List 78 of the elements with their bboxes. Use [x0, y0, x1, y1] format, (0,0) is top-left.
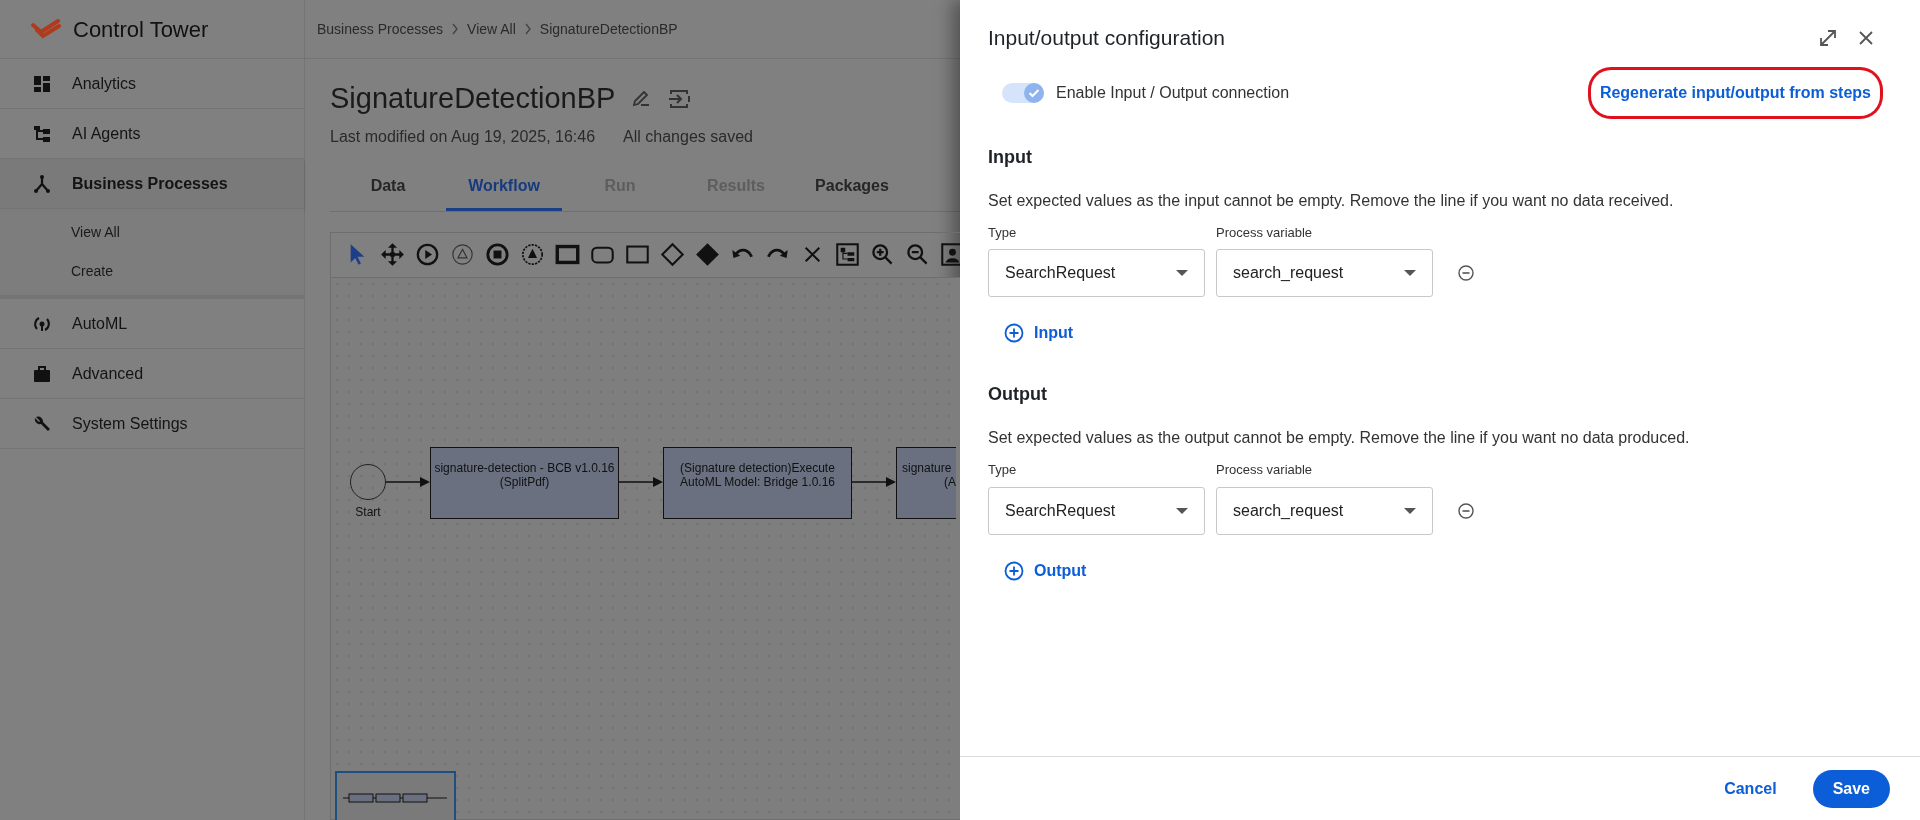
tree-layout-icon[interactable] [835, 242, 860, 267]
breadcrumb-link[interactable]: Business Processes [317, 18, 444, 40]
submenu-item[interactable]: Create [0, 252, 304, 291]
process-variable-dropdown[interactable]: search_request [1216, 486, 1433, 535]
diamond-icon[interactable] [660, 242, 685, 267]
task-node[interactable]: signature (A [896, 446, 956, 519]
field-label: Process variable [1216, 461, 1314, 479]
chevron-right-icon [523, 23, 532, 35]
save-status-text: All changes saved [623, 126, 753, 147]
save-button[interactable]: Save [1812, 769, 1890, 808]
field-label: Process variable [1216, 223, 1314, 242]
add-button[interactable]: Input [1004, 321, 1074, 345]
type-dropdown[interactable]: SearchRequest [988, 249, 1205, 297]
close-icon[interactable] [1858, 29, 1874, 46]
dropdown-caret-icon [1404, 507, 1416, 514]
task-node[interactable]: (Signature detection)Execute AutoML Model: Bridge 1.0.16 [663, 446, 852, 519]
regenerate-link[interactable]: Regenerate input/output from steps [1590, 69, 1880, 116]
section-description: Set expected values as the output cannot be empty. Remove the line if you want no data produced. [988, 428, 1691, 448]
node-label: Start [355, 503, 381, 521]
submenu-item[interactable]: View All [0, 213, 304, 252]
portrait-frame-icon[interactable] [940, 242, 960, 267]
breadcrumb-link[interactable]: View All [467, 18, 516, 40]
grid-icon [33, 74, 51, 93]
tab[interactable]: Data [330, 164, 446, 211]
process-variable-dropdown[interactable]: search_request [1216, 249, 1433, 297]
section-heading: Output [988, 383, 1048, 406]
add-button[interactable]: Output [1004, 558, 1087, 583]
toggle-label: Enable Input / Output connection [1056, 82, 1290, 103]
hierarchy-icon [33, 124, 51, 143]
breadcrumb-link[interactable]: SignatureDetectionBP [539, 18, 678, 40]
dropdown-caret-icon [1176, 270, 1188, 276]
connector-arrow [386, 475, 430, 488]
triangle-circle-icon[interactable] [450, 242, 475, 267]
logo-icon [31, 19, 61, 39]
app-name: Control Tower [73, 15, 209, 44]
connector-arrow [852, 475, 896, 488]
sidebar-item[interactable]: AutoML [0, 299, 304, 349]
section-description: Set expected values as the input cannot be empty. Remove the line if you want no data received. [988, 190, 1675, 211]
zoom-in-icon[interactable] [870, 242, 895, 267]
sidebar-item[interactable]: Analytics [0, 59, 304, 109]
filled-diamond-icon[interactable] [695, 242, 720, 267]
zoom-out-icon[interactable] [905, 242, 930, 267]
branch-icon [33, 174, 51, 193]
minimap[interactable] [335, 770, 456, 820]
expand-icon[interactable] [1818, 27, 1838, 48]
connector-arrow [619, 475, 663, 488]
chevron-right-icon [451, 23, 460, 35]
move-icon[interactable] [380, 242, 405, 267]
tab[interactable]: Workflow [446, 164, 562, 211]
tab[interactable]: Packages [794, 164, 910, 211]
thick-rectangle-icon[interactable] [555, 242, 580, 267]
sidebar-item[interactable]: Business Processes [0, 159, 304, 209]
remove-icon[interactable] [1458, 265, 1474, 281]
play-circle-icon[interactable] [415, 242, 440, 267]
sidebar-item[interactable]: System Settings [0, 399, 304, 449]
triangle-circle-icon[interactable] [520, 242, 545, 267]
briefcase-icon [33, 364, 51, 383]
last-modified-text: Last modified on Aug 19, 2025, 16:46 [330, 126, 596, 147]
field-label: Type [988, 223, 1018, 242]
field-label: Type [988, 461, 1018, 479]
toggle-knob-icon [1024, 82, 1044, 103]
dropdown-caret-icon [1176, 507, 1188, 514]
plus-circle-icon [1004, 323, 1024, 343]
cancel-button[interactable]: Cancel [1720, 769, 1781, 808]
task-node[interactable]: signature-detection - BCB v1.0.16 (SplitPdf) [430, 446, 619, 519]
input-output-icon[interactable] [667, 87, 692, 110]
panel-title: Input/output configuration [988, 25, 1225, 51]
section-heading: Input [988, 145, 1033, 169]
remove-icon[interactable] [1458, 502, 1474, 519]
sidebar-item[interactable]: Advanced [0, 349, 304, 399]
pencil-icon[interactable] [631, 88, 652, 109]
wrench-icon [33, 414, 51, 433]
process-title: SignatureDetectionBP [330, 81, 616, 116]
plus-circle-icon [1004, 560, 1024, 581]
stop-circle-icon[interactable] [485, 242, 510, 267]
dropdown-caret-icon [1404, 270, 1416, 276]
type-dropdown[interactable]: SearchRequest [988, 486, 1205, 535]
toggle-switch[interactable] [1002, 82, 1044, 103]
